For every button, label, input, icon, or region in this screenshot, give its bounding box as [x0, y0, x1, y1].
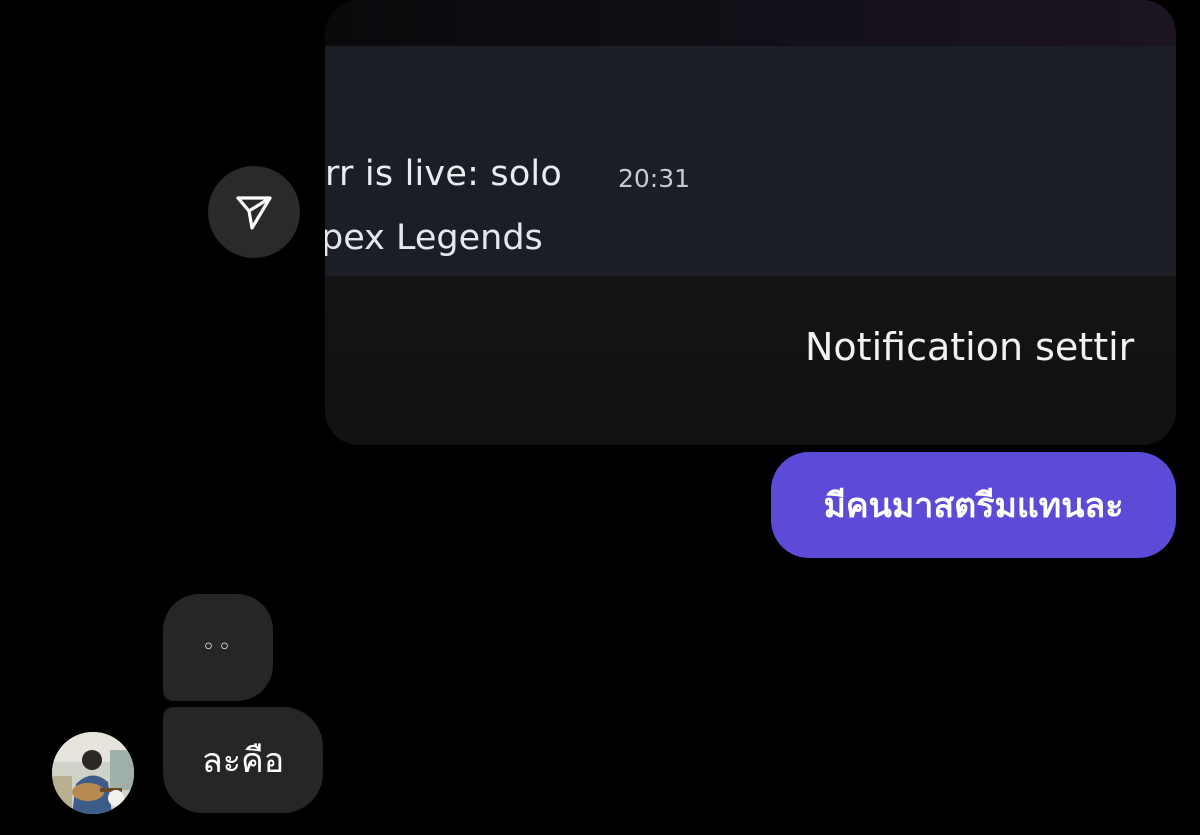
sent-message-text: มีคนมาสตรีมแทนละ	[823, 486, 1124, 526]
send-icon	[236, 196, 272, 230]
notification-subtitle: pex Legends	[325, 218, 543, 258]
notification-settings-label: Notification settir	[805, 325, 1135, 369]
user-avatar-photo	[52, 732, 134, 814]
notification-card: rr is live: solo 20:31 pex Legends	[325, 46, 1176, 276]
received-message-bubble[interactable]: ละคือ	[163, 707, 323, 813]
received-message-text: ◦◦	[202, 635, 234, 660]
received-message-text: ละคือ	[201, 741, 285, 781]
notification-time: 20:31	[618, 164, 691, 193]
shared-image-message[interactable]: rr is live: solo 20:31 pex Legends Notif…	[325, 0, 1176, 445]
sent-message-bubble[interactable]: มีคนมาสตรีมแทนละ	[771, 452, 1176, 558]
image-top-strip	[325, 0, 1176, 46]
received-message-bubble[interactable]: ◦◦	[163, 594, 273, 701]
avatar[interactable]	[52, 732, 134, 814]
notification-title: rr is live: solo	[325, 154, 562, 194]
share-button[interactable]	[208, 166, 300, 258]
